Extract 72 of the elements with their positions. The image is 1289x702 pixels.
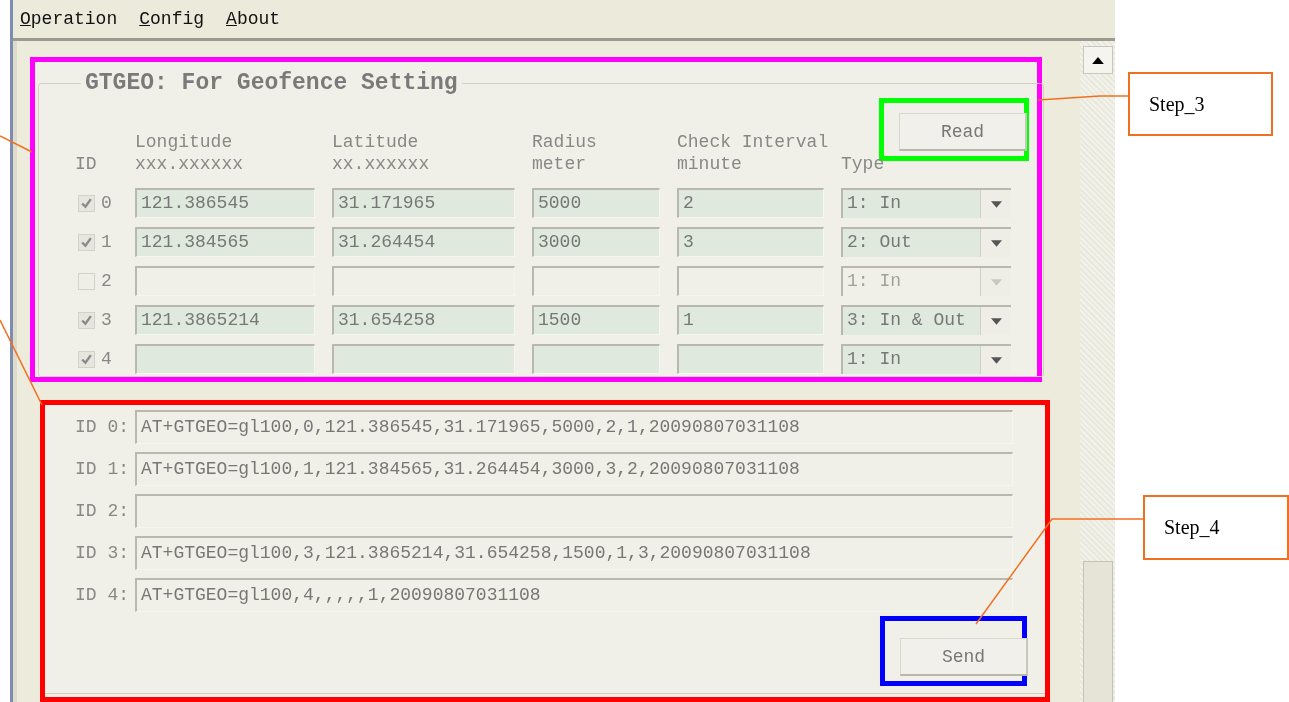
type-dropdown[interactable]: 1: In [841, 266, 1011, 296]
row-id: 0 [101, 193, 112, 213]
caret-icon [990, 278, 1002, 286]
input-field[interactable] [677, 344, 824, 374]
command-field[interactable] [135, 494, 1013, 528]
leader-line [0, 135, 33, 153]
caret-icon [990, 356, 1002, 364]
input-field[interactable]: 1500 [532, 305, 660, 335]
input-field[interactable]: 31.654258 [332, 305, 515, 335]
callout-box: Step_4 [1143, 495, 1289, 560]
menu-item[interactable]: Config [139, 9, 205, 29]
column-header: Radius [532, 131, 598, 153]
input-field[interactable]: 5000 [532, 188, 660, 218]
input-field[interactable]: 2 [677, 188, 824, 218]
checkbox[interactable] [78, 311, 95, 329]
input-field[interactable]: 3 [677, 227, 824, 257]
checkbox[interactable] [78, 233, 95, 251]
input-field[interactable]: 31.171965 [332, 188, 515, 218]
arrow-up-icon [1092, 56, 1104, 64]
type-dropdown[interactable]: 1: In [841, 188, 1011, 218]
command-field[interactable]: AT+GTGEO=gl100,0,121.386545,31.171965,5000,2,1,20090807031108 [135, 410, 1013, 444]
input-field[interactable] [332, 344, 515, 374]
row-id: 4 [101, 349, 112, 369]
column-hint: minute [677, 153, 743, 175]
input-field[interactable]: 121.3865214 [135, 305, 315, 335]
column-hint: meter [532, 153, 587, 175]
menu-item[interactable]: About [226, 9, 281, 29]
row-label: ID 3: [75, 543, 130, 563]
input-field[interactable] [332, 266, 515, 296]
caret-icon [990, 239, 1002, 247]
row-id: 1 [101, 232, 112, 252]
input-field[interactable] [532, 344, 660, 374]
scroll-up-button[interactable] [1083, 46, 1113, 74]
input-field[interactable]: 31.264454 [332, 227, 515, 257]
checkbox[interactable] [78, 194, 95, 212]
checkbox[interactable] [78, 350, 95, 368]
row-id: 3 [101, 310, 112, 330]
type-dropdown[interactable]: 2: Out [841, 227, 1011, 257]
callout-box: Step_3 [1128, 72, 1273, 136]
row-label: ID 2: [75, 501, 130, 521]
input-field[interactable]: 3000 [532, 227, 660, 257]
column-header: Type [841, 153, 885, 175]
input-field[interactable] [532, 266, 660, 296]
row-label: ID 0: [75, 417, 130, 437]
type-dropdown[interactable]: 3: In & Out [841, 305, 1011, 335]
type-dropdown[interactable]: 1: In [841, 344, 1011, 374]
column-header: ID [75, 153, 98, 175]
column-header: Longitude [135, 131, 234, 153]
row-label: ID 1: [75, 459, 130, 479]
column-hint: xxx.xxxxxx [135, 153, 245, 175]
menu-item[interactable]: Operation [20, 9, 118, 29]
caret-icon [990, 200, 1002, 208]
input-field[interactable]: 1 [677, 305, 824, 335]
send-button[interactable]: Send [900, 638, 1028, 676]
column-header: Latitude [332, 131, 420, 153]
checkbox[interactable] [78, 272, 95, 290]
row-label: ID 4: [75, 585, 130, 605]
scrollbar[interactable] [1080, 41, 1115, 702]
command-field[interactable]: AT+GTGEO=gl100,1,121.384565,31.264454,3000,3,2,20090807031108 [135, 452, 1013, 486]
input-field[interactable]: 121.384565 [135, 227, 315, 257]
scroll-thumb[interactable] [1083, 561, 1113, 702]
input-field[interactable] [135, 344, 315, 374]
caret-icon [990, 317, 1002, 325]
input-field[interactable] [135, 266, 315, 296]
read-button[interactable]: Read [899, 113, 1027, 151]
command-field[interactable]: AT+GTGEO=gl100,3,121.3865214,31.654258,1500,1,3,20090807031108 [135, 536, 1013, 570]
input-field[interactable]: 121.386545 [135, 188, 315, 218]
input-field[interactable] [677, 266, 824, 296]
group-title: GTGEO: For Geofence Setting [84, 70, 459, 96]
row-id: 2 [101, 271, 112, 291]
column-hint: xx.xxxxxx [332, 153, 431, 175]
command-field[interactable]: AT+GTGEO=gl100,4,,,,,1,20090807031108 [135, 578, 1013, 612]
